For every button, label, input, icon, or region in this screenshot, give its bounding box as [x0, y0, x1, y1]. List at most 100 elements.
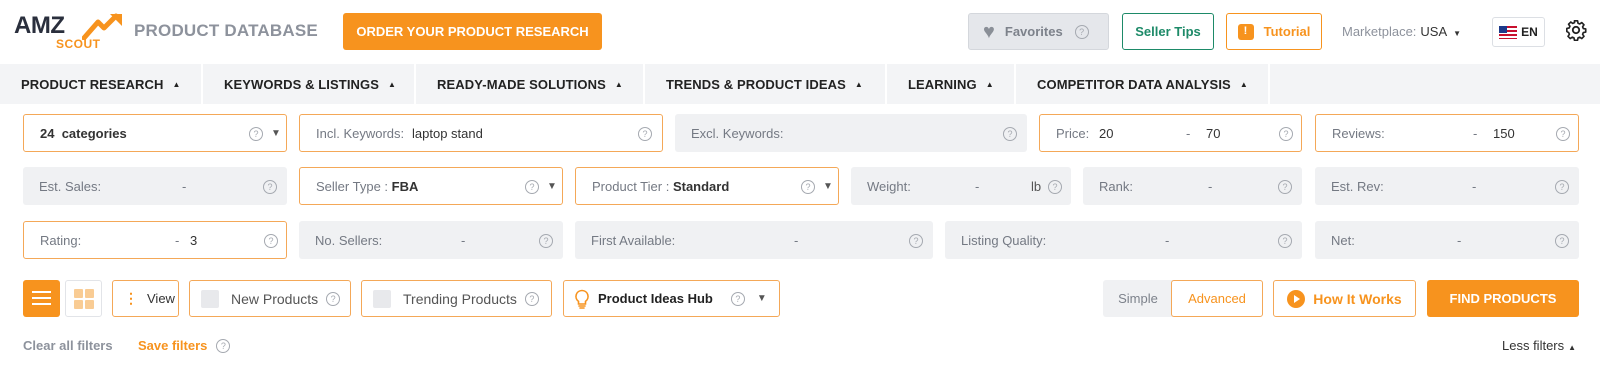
price-range-field[interactable]: Price: 20 - 70 ?	[1039, 114, 1302, 152]
trending-products-checkbox[interactable]: Trending Products ?	[361, 280, 552, 317]
seller-tips-button[interactable]: Seller Tips	[1122, 13, 1214, 50]
categories-select[interactable]: 24 categories ? ▼	[23, 114, 287, 152]
seller-type-label: Seller Type : FBA	[316, 178, 419, 194]
caret-down-icon: ▼	[271, 127, 281, 139]
rating-range-field[interactable]: Rating: - 3 ?	[23, 221, 287, 259]
find-products-button[interactable]: FIND PRODUCTS	[1427, 280, 1579, 317]
price-min-input[interactable]: 20	[1099, 126, 1113, 141]
reviews-range-field[interactable]: Reviews: - 150 ?	[1315, 114, 1579, 152]
checkbox-icon[interactable]	[373, 289, 391, 308]
price-label: Price:	[1056, 125, 1090, 141]
help-icon[interactable]: ?	[730, 291, 745, 306]
help-icon[interactable]: ?	[539, 232, 553, 248]
help-icon[interactable]: ?	[1555, 178, 1569, 194]
price-max-input[interactable]: 70	[1206, 126, 1220, 141]
mode-simple-button[interactable]: Simple	[1103, 280, 1173, 317]
help-icon[interactable]: ?	[326, 291, 341, 306]
listing-quality-field[interactable]: Listing Quality: - ?	[945, 221, 1302, 259]
gear-icon[interactable]	[1565, 19, 1587, 41]
incl-keywords-input[interactable]: laptop stand	[412, 126, 483, 141]
help-icon[interactable]: ?	[1278, 178, 1292, 194]
product-tier-select[interactable]: Product Tier : Standard ? ▼	[575, 167, 839, 205]
help-icon[interactable]: ?	[1279, 125, 1293, 141]
language-label: EN	[1521, 25, 1538, 39]
first-available-field[interactable]: First Available: - ?	[575, 221, 933, 259]
est-rev-label: Est. Rev:	[1331, 178, 1384, 194]
product-ideas-hub-select[interactable]: Product Ideas Hub ? ▼	[563, 280, 780, 317]
range-dash: -	[1457, 232, 1462, 248]
nav-label: READY-MADE SOLUTIONS	[437, 76, 606, 92]
amzscout-logo[interactable]: AMZ SCOUT	[14, 12, 122, 52]
net-label: Net:	[1331, 232, 1355, 248]
checkbox-icon[interactable]	[201, 289, 219, 308]
nav-keywords-listings[interactable]: KEYWORDS & LISTINGS ▲	[203, 64, 416, 104]
view-button[interactable]: ⋮ View	[112, 280, 179, 317]
help-icon[interactable]: ?	[801, 178, 815, 194]
nav-label: TRENDS & PRODUCT IDEAS	[666, 76, 846, 92]
rating-max-input[interactable]: 3	[190, 233, 197, 248]
no-sellers-label: No. Sellers:	[315, 232, 383, 248]
trending-products-label: Trending Products	[403, 290, 517, 307]
search-mode-toggle: Simple Advanced	[1103, 280, 1263, 317]
caret-up-icon: ▲	[172, 79, 181, 89]
nav-trends-product-ideas[interactable]: TRENDS & PRODUCT IDEAS ▲	[645, 64, 887, 104]
new-products-checkbox[interactable]: New Products ?	[189, 280, 351, 317]
help-icon[interactable]: ?	[909, 232, 923, 248]
logo-amz-text: AMZ	[14, 12, 65, 39]
help-icon[interactable]: ?	[1555, 232, 1569, 248]
less-filters-link[interactable]: Less filters ▲	[1502, 338, 1576, 353]
est-rev-field[interactable]: Est. Rev: - ?	[1315, 167, 1579, 205]
nav-label: PRODUCT RESEARCH	[21, 76, 164, 92]
product-ideas-hub-label: Product Ideas Hub	[598, 291, 713, 306]
incl-keywords-field[interactable]: Incl. Keywords: laptop stand ?	[299, 114, 663, 152]
tutorial-icon	[1237, 23, 1254, 40]
grid-view-button[interactable]	[65, 280, 102, 317]
reviews-max-input[interactable]: 150	[1493, 126, 1515, 141]
nav-product-research[interactable]: PRODUCT RESEARCH ▲	[0, 64, 203, 104]
help-icon[interactable]: ?	[1556, 125, 1570, 141]
order-research-button[interactable]: ORDER YOUR PRODUCT RESEARCH	[343, 13, 602, 50]
seller-type-select[interactable]: Seller Type : FBA ? ▼	[299, 167, 563, 205]
help-icon[interactable]: ?	[1048, 178, 1062, 194]
grid-icon-cell	[85, 289, 94, 298]
excl-keywords-field[interactable]: Excl. Keywords: ?	[675, 114, 1027, 152]
save-filters-label: Save filters	[138, 338, 208, 353]
help-icon[interactable]: ?	[249, 125, 263, 141]
est-sales-field[interactable]: Est. Sales: - ?	[23, 167, 287, 205]
marketplace-value: USA	[1420, 24, 1448, 39]
no-sellers-field[interactable]: No. Sellers: - ?	[299, 221, 563, 259]
rank-field[interactable]: Rank: - ?	[1083, 167, 1302, 205]
how-it-works-button[interactable]: How It Works	[1273, 280, 1416, 317]
range-dash: -	[1165, 232, 1170, 248]
first-available-label: First Available:	[591, 232, 676, 248]
nav-competitor-data-analysis[interactable]: COMPETITOR DATA ANALYSIS ▲	[1016, 64, 1270, 104]
help-icon[interactable]: ?	[638, 125, 652, 141]
help-icon[interactable]: ?	[1003, 125, 1017, 141]
help-icon[interactable]: ?	[524, 291, 539, 306]
help-icon[interactable]: ?	[525, 178, 539, 194]
marketplace-selector[interactable]: Marketplace: USA ▼	[1342, 24, 1461, 39]
mode-advanced-button[interactable]: Advanced	[1171, 280, 1263, 317]
nav-label: KEYWORDS & LISTINGS	[224, 76, 380, 92]
caret-up-icon: ▲	[985, 79, 994, 89]
nav-ready-made-solutions[interactable]: READY-MADE SOLUTIONS ▲	[416, 64, 645, 104]
header: AMZ SCOUT PRODUCT DATABASE ORDER YOUR PR…	[0, 0, 1600, 64]
tutorial-button[interactable]: Tutorial	[1226, 13, 1322, 50]
help-icon[interactable]: ?	[263, 178, 277, 194]
net-field[interactable]: Net: - ?	[1315, 221, 1579, 259]
language-selector[interactable]: EN	[1492, 17, 1545, 47]
clear-all-filters-link[interactable]: Clear all filters	[23, 338, 113, 353]
grid-icon-cell	[74, 300, 83, 309]
help-icon[interactable]: ?	[216, 338, 231, 353]
more-vertical-icon: ⋮	[124, 290, 138, 306]
weight-field[interactable]: Weight: - lb ?	[851, 167, 1071, 205]
help-icon[interactable]: ?	[1278, 232, 1292, 248]
help-icon[interactable]: ?	[1074, 24, 1089, 39]
caret-down-icon: ▼	[756, 293, 767, 304]
nav-learning[interactable]: LEARNING ▲	[887, 64, 1016, 104]
help-icon[interactable]: ?	[264, 232, 278, 248]
save-filters-link[interactable]: Save filters ?	[138, 338, 231, 353]
favorites-button[interactable]: ♥ Favorites ?	[968, 13, 1109, 50]
weight-label: Weight:	[867, 178, 911, 194]
list-view-button[interactable]	[23, 280, 60, 317]
